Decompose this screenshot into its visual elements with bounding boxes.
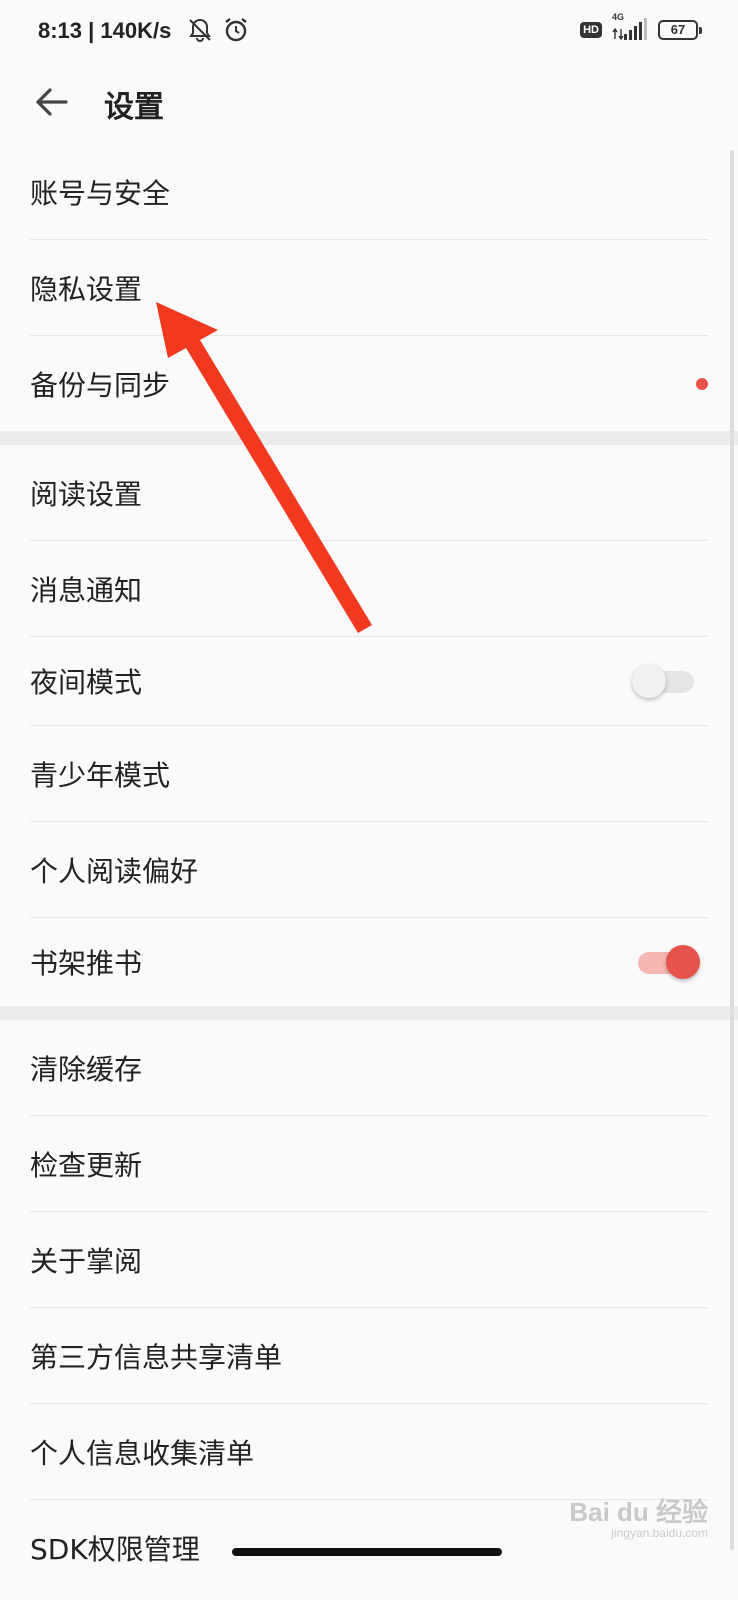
settings-item-label: 账号与安全 [30, 176, 171, 210]
watermark-url: jingyan.baidu.com [611, 1525, 708, 1540]
hd-badge: HD [580, 22, 602, 38]
settings-item-reading-preference[interactable]: 个人阅读偏好 [30, 822, 708, 918]
settings-item-privacy[interactable]: 隐私设置 [30, 240, 708, 336]
settings-item-label: 消息通知 [30, 573, 143, 607]
night-mode-toggle[interactable] [632, 664, 698, 698]
settings-item-account-security[interactable]: 账号与安全 [30, 144, 708, 240]
settings-item-teen-mode[interactable]: 青少年模式 [30, 726, 708, 822]
alarm-icon [222, 16, 250, 48]
settings-item-third-party-sharing[interactable]: 第三方信息共享清单 [30, 1308, 708, 1404]
settings-item-shelf-recommend[interactable]: 书架推书 [30, 918, 708, 1006]
group-divider [0, 1006, 738, 1020]
settings-item-label: 夜间模式 [30, 666, 143, 699]
settings-item-label: 青少年模式 [30, 758, 171, 792]
status-icons-left [186, 16, 250, 48]
status-icons-right: HD 4G 67 [580, 12, 702, 42]
settings-item-label: 个人阅读偏好 [30, 854, 199, 888]
back-button[interactable] [30, 80, 74, 124]
settings-item-check-update[interactable]: 检查更新 [30, 1116, 708, 1212]
settings-item-clear-cache[interactable]: 清除缓存 [30, 1020, 708, 1116]
new-badge-dot [696, 377, 708, 390]
settings-list: 账号与安全 隐私设置 备份与同步 阅读设置 消息通知 夜间模式 青少年模式 个人… [0, 144, 738, 1595]
settings-item-label: 清除缓存 [30, 1052, 143, 1086]
scrollbar[interactable] [730, 150, 734, 1550]
settings-item-label: 书架推书 [30, 947, 143, 980]
settings-item-night-mode[interactable]: 夜间模式 [30, 637, 708, 726]
status-bar: 8:13 | 140K/s HD 4G 67 [0, 0, 738, 64]
home-indicator[interactable] [232, 1548, 502, 1556]
battery-indicator: 67 [658, 20, 702, 40]
settings-item-about[interactable]: 关于掌阅 [30, 1212, 708, 1308]
group-divider [0, 431, 738, 445]
settings-item-label: 备份与同步 [30, 368, 171, 402]
settings-group-reading: 阅读设置 消息通知 夜间模式 青少年模式 个人阅读偏好 书架推书 [0, 445, 738, 1006]
settings-item-reading[interactable]: 阅读设置 [30, 445, 708, 541]
mute-bell-icon [186, 16, 214, 48]
settings-item-label: 第三方信息共享清单 [30, 1340, 283, 1374]
settings-item-label: SDK权限管理 [30, 1532, 200, 1566]
page-title: 设置 [104, 90, 164, 125]
app-bar: 设置 [0, 64, 738, 144]
settings-item-info-collection[interactable]: 个人信息收集清单 [30, 1404, 708, 1500]
toggle-knob [666, 945, 700, 979]
arrow-left-icon [36, 88, 68, 116]
settings-group-account: 账号与安全 隐私设置 备份与同步 [0, 144, 738, 431]
settings-item-label: 阅读设置 [30, 477, 143, 511]
shelf-recommend-toggle[interactable] [638, 945, 700, 979]
settings-item-label: 关于掌阅 [30, 1244, 143, 1278]
toggle-knob [632, 664, 666, 698]
status-time-speed: 8:13 | 140K/s [38, 18, 172, 43]
watermark-brand: Bai du 经验 [569, 1497, 708, 1528]
settings-item-notifications[interactable]: 消息通知 [30, 541, 708, 637]
settings-item-label: 个人信息收集清单 [30, 1436, 255, 1470]
settings-item-label: 检查更新 [30, 1148, 143, 1182]
signal-icon: 4G [610, 12, 650, 42]
settings-item-label: 隐私设置 [30, 272, 143, 306]
settings-item-backup-sync[interactable]: 备份与同步 [30, 336, 708, 431]
baidu-jingyan-watermark: Bai du 经验 jingyan.baidu.com [569, 1498, 708, 1540]
